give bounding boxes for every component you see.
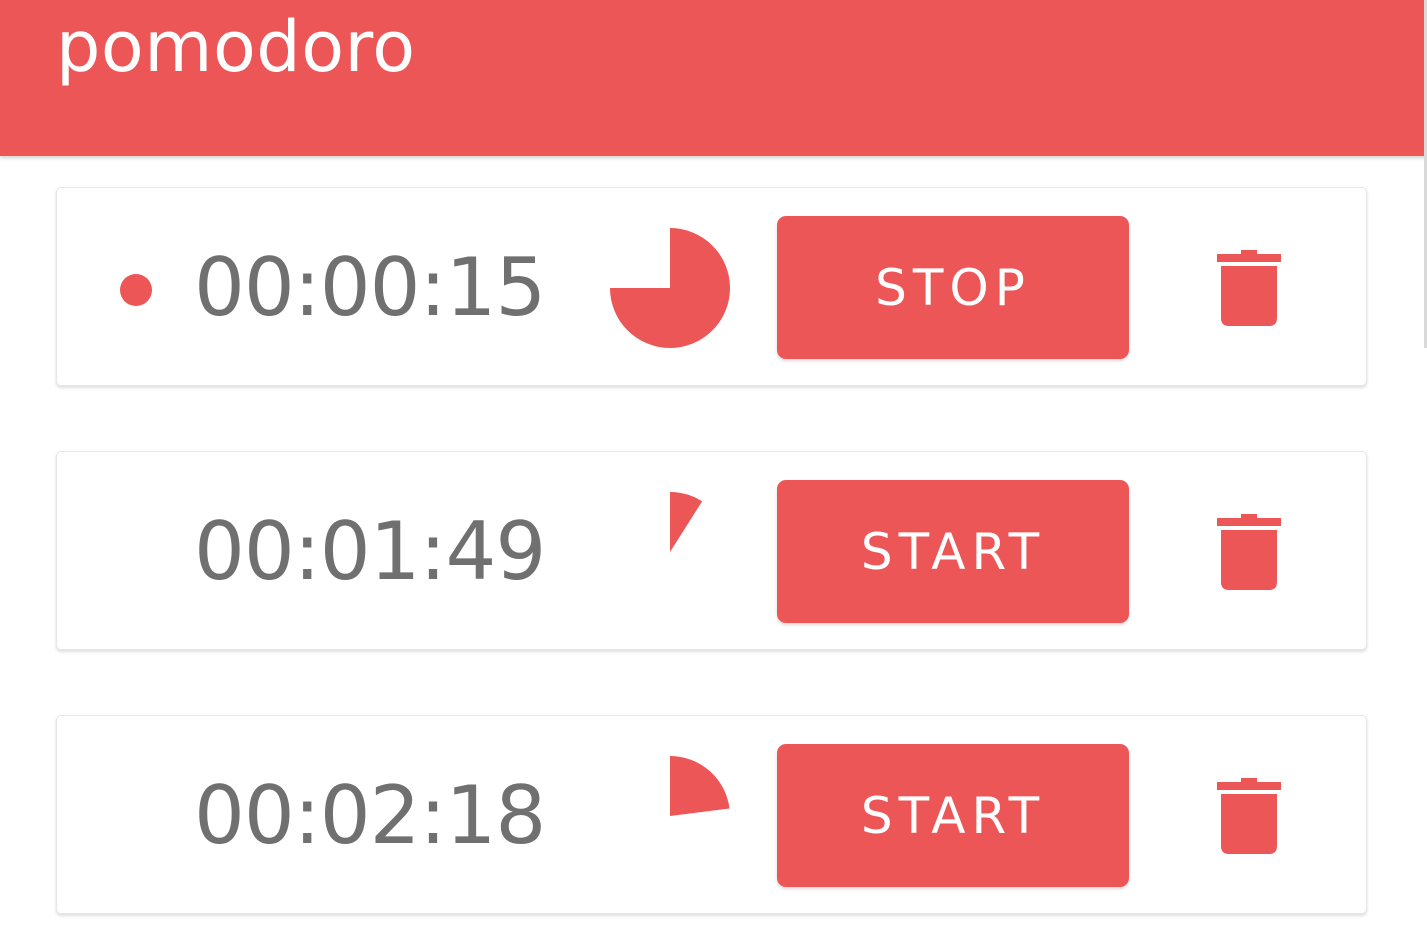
progress-pie-slice (610, 228, 730, 348)
timer-card: 00:01:49 START (56, 451, 1367, 650)
trash-icon[interactable] (1217, 778, 1281, 854)
timer-time: 00:02:18 (194, 769, 546, 862)
timer-card: 00:00:15 STOP (56, 187, 1367, 386)
progress-pie-slice (670, 756, 730, 816)
stop-button[interactable]: STOP (777, 216, 1129, 359)
progress-pie (610, 228, 730, 348)
timer-time: 00:00:15 (194, 241, 546, 334)
start-button[interactable]: START (777, 744, 1129, 887)
app-bar: pomodoro (0, 0, 1427, 156)
progress-pie-slice (670, 492, 703, 552)
running-indicator (120, 274, 152, 306)
trash-icon[interactable] (1217, 514, 1281, 590)
start-button[interactable]: START (777, 480, 1129, 623)
timer-card: 00:02:18 START (56, 715, 1367, 914)
progress-pie (670, 492, 703, 552)
timer-time: 00:01:49 (194, 505, 546, 598)
progress-pie (670, 756, 730, 816)
trash-icon[interactable] (1217, 250, 1281, 326)
app-title: pomodoro (56, 6, 416, 88)
